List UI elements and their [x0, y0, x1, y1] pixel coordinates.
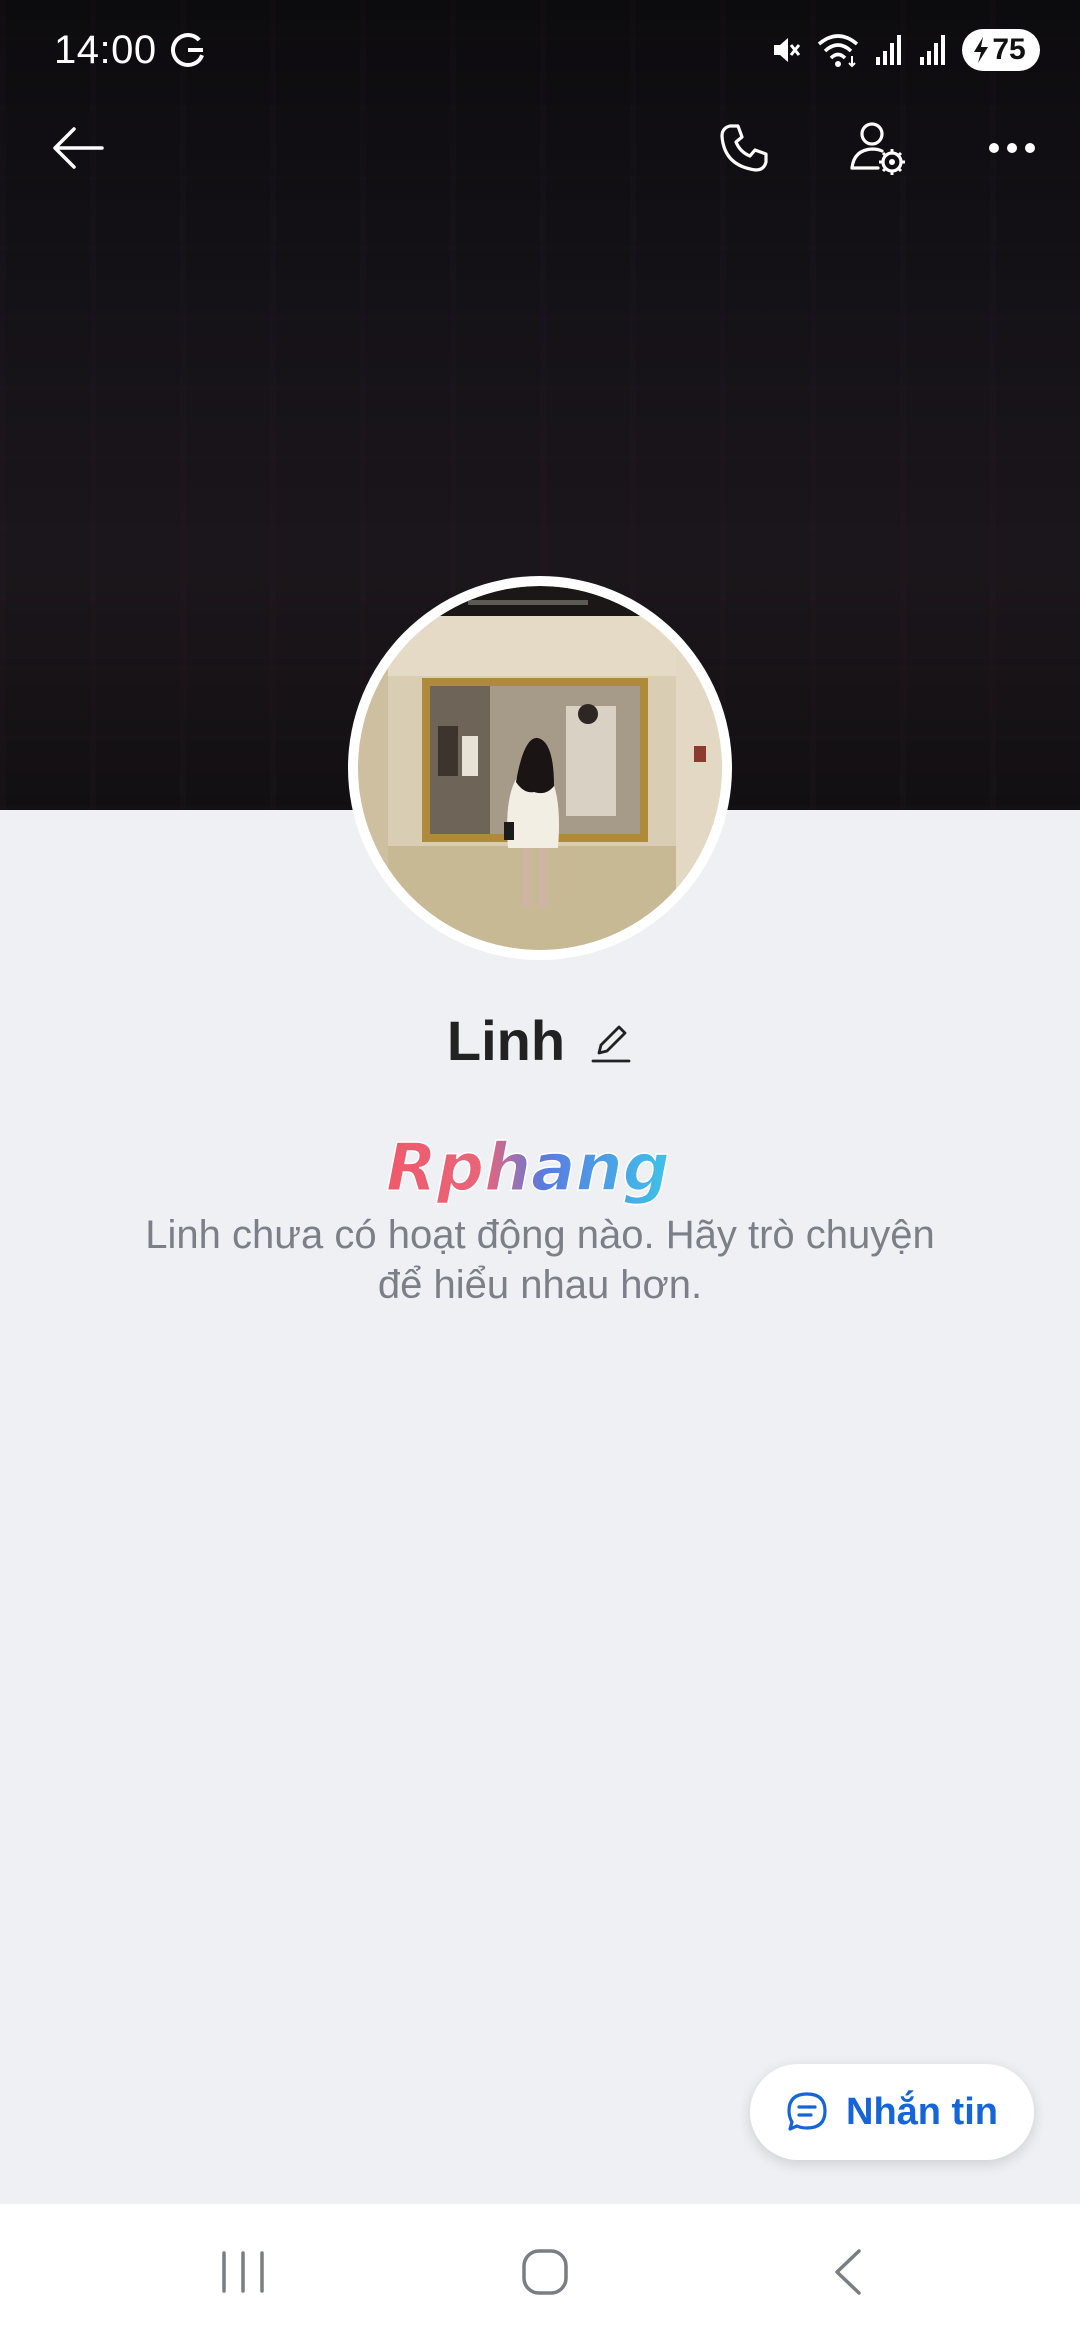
- home-button[interactable]: [500, 2232, 590, 2312]
- back-icon: [835, 2249, 861, 2295]
- wifi-icon: [817, 34, 859, 68]
- recent-apps-icon: [222, 2251, 264, 2293]
- battery-level: 75: [992, 33, 1026, 66]
- empty-activity-message: Linh chưa có hoạt động nào. Hãy trò chuy…: [120, 1210, 960, 1310]
- mute-icon: [774, 38, 801, 62]
- chat-bubble-icon: [787, 2092, 827, 2131]
- send-message-label: Nhắn tin: [846, 2090, 998, 2133]
- send-message-button[interactable]: Nhắn tin: [750, 2064, 1034, 2160]
- empty-message-line-2: để hiểu nhau hơn.: [377, 1263, 703, 1307]
- more-icon: [989, 143, 1035, 153]
- profile-name: Linh: [446, 1008, 566, 1072]
- avatar-photo: [358, 586, 722, 950]
- signal-icon-2: [920, 35, 945, 65]
- system-navigation-bar: [0, 2204, 1080, 2340]
- signal-icon: [876, 35, 901, 65]
- empty-message-line-1: Linh chưa có hoạt động nào. Hãy trò chuy…: [145, 1213, 935, 1257]
- profile-name-row: Linh: [0, 1000, 1080, 1080]
- status-time: 14:00: [54, 28, 157, 72]
- charging-icon: [974, 37, 989, 63]
- watermark-logo: Rphang: [385, 1128, 670, 1207]
- call-button[interactable]: [704, 108, 784, 188]
- svg-text:Rphang: Rphang: [386, 1129, 670, 1206]
- phone-icon: [720, 124, 768, 172]
- home-icon: [522, 2249, 568, 2295]
- avatar[interactable]: [348, 576, 732, 960]
- back-button[interactable]: [38, 108, 118, 188]
- more-options-button[interactable]: [972, 108, 1052, 188]
- status-bar: 14:00 75: [0, 0, 1080, 100]
- google-icon: [171, 33, 205, 67]
- user-settings-icon: [850, 122, 905, 175]
- back-arrow-icon: [53, 127, 104, 169]
- recent-apps-button[interactable]: [198, 2232, 288, 2312]
- profile-settings-button[interactable]: [838, 108, 918, 188]
- status-icons: 75: [768, 28, 1040, 72]
- battery-indicator: 75: [962, 29, 1040, 71]
- top-bar: [0, 108, 1080, 188]
- system-back-button[interactable]: [802, 2232, 892, 2312]
- edit-pencil-icon[interactable]: [589, 1021, 633, 1065]
